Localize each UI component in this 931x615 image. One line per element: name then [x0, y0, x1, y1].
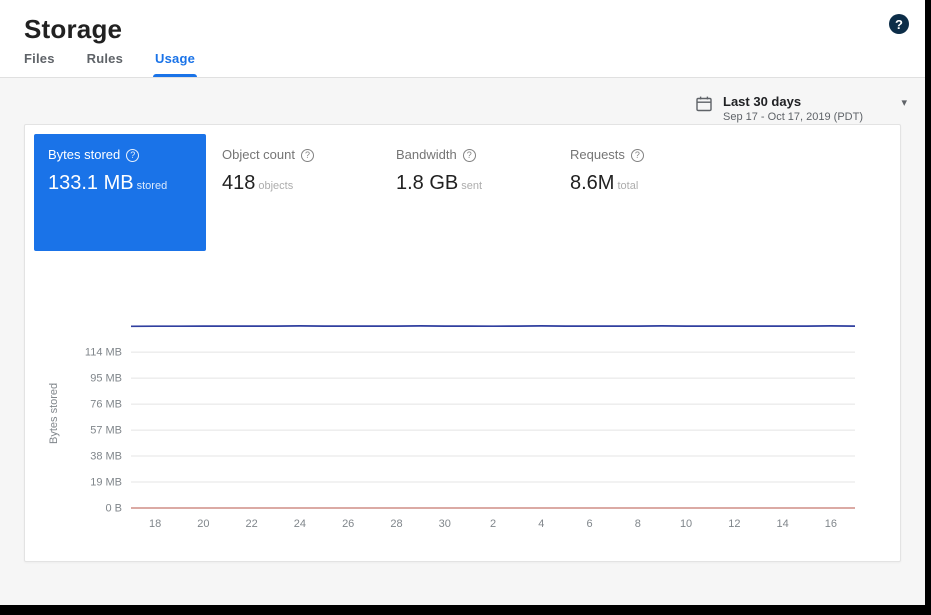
metric-label: Bandwidth	[396, 147, 457, 163]
content-area: Last 30 days Sep 17 - Oct 17, 2019 (PDT)…	[0, 78, 925, 605]
metric-unit: objects	[258, 180, 293, 192]
svg-text:57 MB: 57 MB	[90, 425, 122, 437]
svg-text:10: 10	[680, 518, 692, 530]
svg-text:19 MB: 19 MB	[90, 477, 122, 489]
svg-text:26: 26	[342, 518, 354, 530]
usage-chart: 0 B19 MB38 MB57 MB76 MB95 MB114 MB182022…	[65, 318, 865, 536]
metric-value: 8.6M	[570, 172, 614, 194]
metric-card-object-count[interactable]: Object count ? 418objects	[208, 134, 380, 195]
date-range-row: Last 30 days Sep 17 - Oct 17, 2019 (PDT)…	[18, 78, 907, 120]
help-circle-icon: ?	[463, 149, 476, 162]
svg-text:20: 20	[197, 518, 209, 530]
metric-value: 418	[222, 172, 255, 194]
svg-text:16: 16	[825, 518, 837, 530]
usage-chart-section: Bytes stored 0 B 19 MB 38 MB 57 MB 76 MB 95 M…	[43, 318, 900, 536]
svg-text:24: 24	[294, 518, 306, 530]
help-icon[interactable]: ?	[889, 14, 909, 34]
help-circle-icon: ?	[301, 149, 314, 162]
metric-card-bytes-stored[interactable]: Bytes stored ? 133.1 MBstored	[34, 134, 206, 251]
svg-text:18: 18	[149, 518, 161, 530]
svg-text:12: 12	[728, 518, 740, 530]
svg-text:28: 28	[390, 518, 402, 530]
svg-text:30: 30	[439, 518, 451, 530]
metric-unit: total	[617, 180, 638, 192]
tab-usage[interactable]: Usage	[143, 51, 207, 77]
metric-card-bandwidth[interactable]: Bandwidth ? 1.8 GBsent	[382, 134, 554, 195]
svg-text:6: 6	[586, 518, 592, 530]
date-range-detail: Sep 17 - Oct 17, 2019 (PDT)	[723, 110, 891, 125]
date-range-text: Last 30 days Sep 17 - Oct 17, 2019 (PDT)	[723, 94, 891, 125]
metric-unit: sent	[461, 180, 482, 192]
tab-bar: Files Rules Usage	[0, 44, 925, 78]
usage-panel: Bytes stored ? 133.1 MBstored Object cou…	[24, 124, 901, 562]
svg-text:76 MB: 76 MB	[90, 399, 122, 411]
svg-text:114 MB: 114 MB	[85, 347, 122, 359]
storage-page: Storage ? Files Rules Usage	[0, 0, 925, 605]
metric-card-requests[interactable]: Requests ? 8.6Mtotal	[556, 134, 728, 195]
svg-text:14: 14	[776, 518, 788, 530]
help-circle-icon: ?	[631, 149, 644, 162]
svg-text:2: 2	[490, 518, 496, 530]
svg-text:22: 22	[246, 518, 258, 530]
svg-text:38 MB: 38 MB	[90, 451, 122, 463]
metric-label: Object count	[222, 147, 295, 163]
caret-down-icon: ▾	[901, 96, 907, 109]
date-range-selector[interactable]: Last 30 days Sep 17 - Oct 17, 2019 (PDT)…	[695, 94, 907, 120]
screen: Storage ? Files Rules Usage	[0, 0, 931, 615]
date-range-label: Last 30 days	[723, 94, 891, 110]
metric-unit: stored	[137, 180, 168, 192]
calendar-icon	[695, 95, 713, 113]
tab-rules[interactable]: Rules	[75, 51, 135, 77]
svg-text:4: 4	[538, 518, 544, 530]
metric-value: 133.1 MB	[48, 172, 134, 194]
metric-value: 1.8 GB	[396, 172, 458, 194]
svg-text:95 MB: 95 MB	[90, 373, 122, 385]
y-axis-title: Bytes stored	[43, 318, 65, 508]
page-title: Storage	[24, 14, 901, 45]
svg-text:0 B: 0 B	[105, 503, 122, 515]
tab-files[interactable]: Files	[12, 51, 67, 77]
metric-label: Bytes stored	[48, 147, 120, 163]
svg-text:8: 8	[635, 518, 641, 530]
metric-label: Requests	[570, 147, 625, 163]
page-header: Storage ?	[0, 0, 925, 44]
metric-cards: Bytes stored ? 133.1 MBstored Object cou…	[25, 125, 900, 260]
help-circle-icon: ?	[126, 149, 139, 162]
